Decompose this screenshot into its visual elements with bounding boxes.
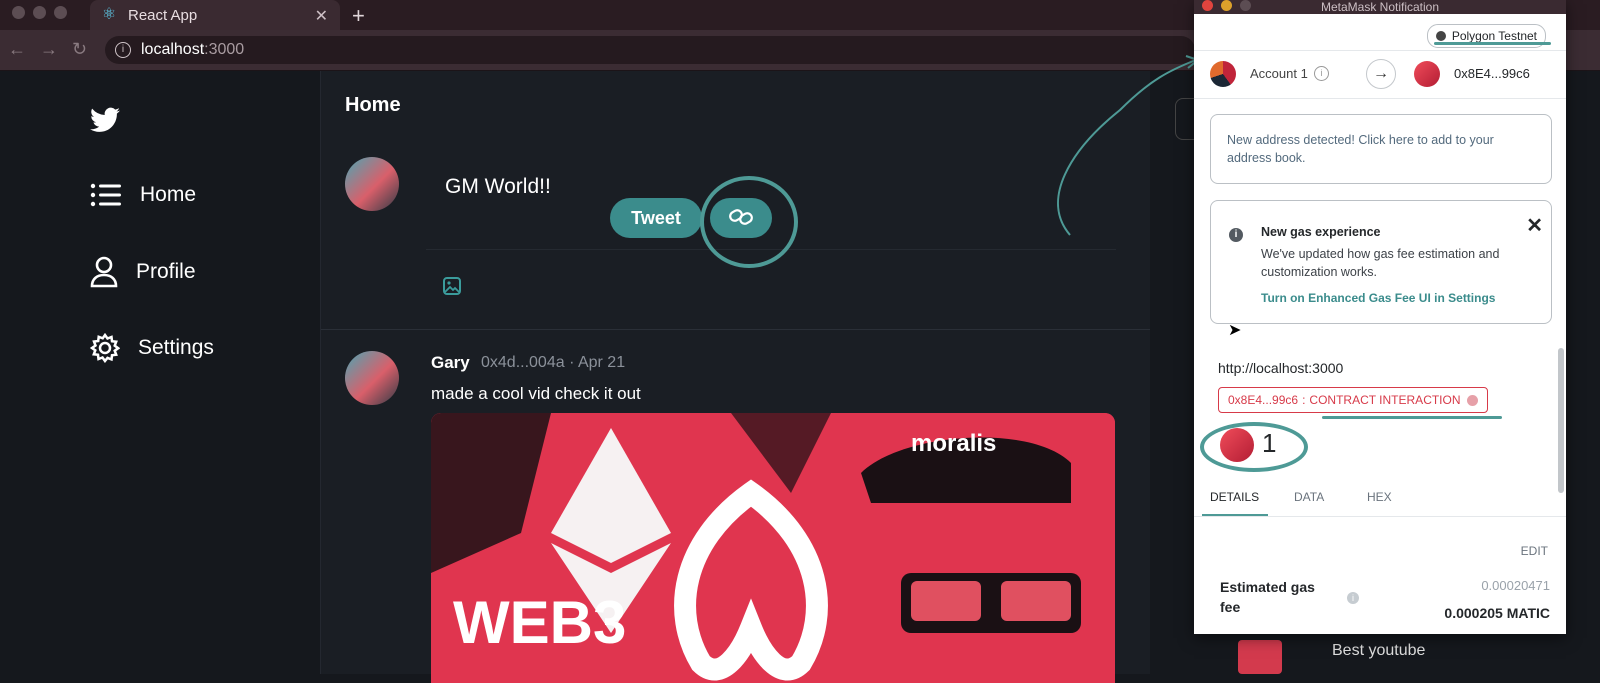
react-icon: ⚛ — [101, 6, 117, 23]
post-text: made a cool vid check it out — [431, 384, 641, 403]
network-name: Polygon Testnet — [1451, 29, 1537, 43]
post-author[interactable]: Gary — [431, 353, 470, 373]
image-upload-icon[interactable] — [443, 277, 461, 300]
network-dot-icon — [1435, 31, 1446, 41]
feed: Home GM World!! Gary 0x4d...004a · Apr 2… — [320, 71, 1151, 683]
info-icon: i — [1229, 228, 1243, 242]
tx-amount: 1 — [1262, 428, 1277, 458]
active-tab-indicator — [1202, 514, 1268, 516]
gas-fee-value: 0.000205 MATIC — [1444, 605, 1550, 621]
sidebar-item-label: Settings — [138, 336, 214, 359]
gas-notice-card: i New gas experience We've updated how g… — [1210, 200, 1552, 324]
contract-badge[interactable]: 0x8E4...99c6 : CONTRACT INTERACTION — [1218, 387, 1488, 413]
list-icon — [90, 183, 121, 207]
sidebar-item-label: Profile — [136, 260, 196, 283]
sidebar: Home Profile Settings — [0, 71, 320, 674]
scrollbar[interactable] — [1558, 348, 1564, 493]
tab-details[interactable]: DETAILS — [1210, 490, 1259, 504]
new-address-text: New address detected! Click here to add … — [1227, 133, 1494, 165]
url-port: :3000 — [204, 41, 245, 58]
from-account-avatar — [1210, 61, 1236, 87]
mouse-cursor-icon: ➤ — [1228, 322, 1242, 339]
info-icon[interactable]: i — [1314, 66, 1329, 81]
info-icon[interactable]: i — [1347, 592, 1359, 604]
media-title-text: WEB3 — [453, 589, 626, 656]
tweet-post[interactable]: Gary 0x4d...004a · Apr 21 made a cool vi… — [321, 329, 1151, 683]
post-video-thumbnail[interactable]: moralis WEB3 — [431, 413, 1115, 683]
close-icon[interactable]: ✕ — [1526, 213, 1543, 238]
thumbnail-art: moralis WEB3 — [431, 413, 1115, 683]
sidebar-item-profile[interactable]: Profile — [90, 256, 196, 288]
from-account-name[interactable]: Account 1 — [1250, 66, 1308, 81]
post-meta: 0x4d...004a · Apr 21 — [481, 354, 626, 371]
contract-address: 0x8E4...99c6 — [1228, 393, 1299, 407]
page-title: Home — [345, 94, 401, 116]
url-host: localhost — [141, 41, 205, 58]
annotation-circle — [1200, 422, 1308, 472]
sidebar-item-label: Home — [140, 183, 197, 206]
token-avatar — [1220, 428, 1254, 462]
media-brand-text: moralis — [911, 430, 996, 457]
close-tab-icon[interactable]: ✕ — [315, 6, 328, 26]
site-info-icon[interactable]: i — [115, 42, 131, 58]
metamask-header: Polygon Testnet — [1194, 14, 1566, 51]
sidebar-item-settings[interactable]: Settings — [90, 333, 214, 363]
twitter-logo-icon[interactable] — [90, 107, 120, 138]
url-field[interactable]: i localhost:3000 — [105, 36, 1195, 64]
gas-fee-label: Estimated gas fee — [1220, 579, 1315, 615]
back-icon[interactable]: ← — [8, 39, 26, 60]
annotation-underline — [1434, 42, 1551, 45]
arrow-right-icon: → — [1366, 59, 1396, 89]
browser-tab[interactable]: ⚛ React App ✕ — [90, 0, 340, 30]
gear-icon — [90, 333, 120, 363]
window-controls[interactable] — [1202, 0, 1251, 11]
annotation-underline — [1322, 416, 1502, 419]
annotation-circle — [700, 176, 798, 268]
edit-gas-link[interactable]: EDIT — [1521, 544, 1548, 558]
new-address-notice[interactable]: New address detected! Click here to add … — [1210, 114, 1552, 184]
contract-label: CONTRACT INTERACTION — [1309, 393, 1461, 407]
metamask-title-bar: MetaMask Notification — [1194, 0, 1566, 14]
user-icon — [90, 256, 118, 288]
new-tab-button[interactable]: + — [352, 3, 365, 29]
tx-tabs: DETAILS DATA HEX — [1194, 490, 1566, 517]
suggestion-thumbnail[interactable] — [1238, 640, 1282, 674]
enhanced-gas-link[interactable]: Turn on Enhanced Gas Fee UI in Settings — [1261, 291, 1495, 305]
info-icon[interactable] — [1466, 394, 1478, 406]
tweet-input[interactable]: GM World!! — [445, 175, 551, 199]
origin-url: http://localhost:3000 — [1218, 360, 1344, 376]
avatar[interactable] — [345, 157, 399, 211]
tab-title: React App — [128, 6, 198, 24]
reload-icon[interactable]: ↻ — [72, 39, 87, 60]
gas-fee-secondary: 0.00020471 — [1481, 578, 1550, 593]
gas-notice-body: We've updated how gas fee estimation and… — [1261, 247, 1500, 279]
account-row: Account 1 i → 0x8E4...99c6 — [1194, 50, 1566, 99]
tab-data[interactable]: DATA — [1294, 490, 1324, 504]
tab-hex[interactable]: HEX — [1367, 490, 1392, 504]
suggestion-text[interactable]: Best youtube — [1332, 642, 1425, 660]
to-account-avatar — [1414, 61, 1440, 87]
window-title: MetaMask Notification — [1320, 0, 1440, 14]
metamask-popup: MetaMask Notification Polygon Testnet Ac… — [1194, 0, 1566, 634]
avatar[interactable] — [345, 351, 399, 405]
forward-icon[interactable]: → — [40, 39, 58, 60]
to-address[interactable]: 0x8E4...99c6 — [1454, 66, 1530, 81]
tweet-button[interactable]: Tweet — [610, 198, 702, 238]
gas-notice-heading: New gas experience — [1261, 225, 1381, 239]
window-controls[interactable] — [12, 6, 67, 19]
sidebar-item-home[interactable]: Home — [90, 182, 196, 208]
